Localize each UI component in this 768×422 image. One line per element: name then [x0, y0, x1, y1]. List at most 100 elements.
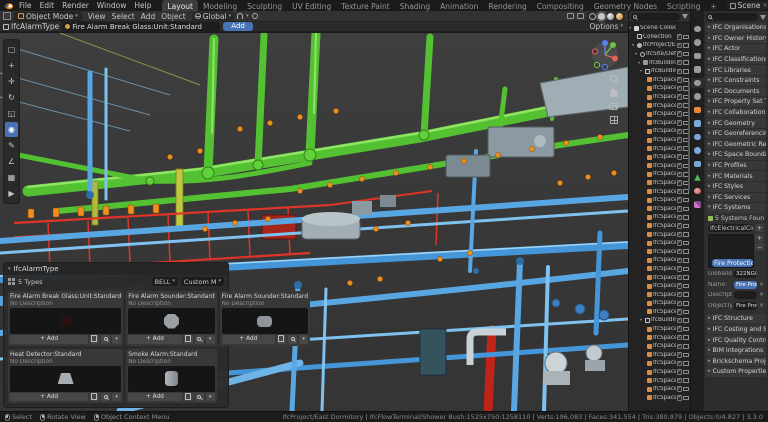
workspace-tab[interactable]: Layout [162, 0, 198, 11]
plumbing-fixtures[interactable] [552, 299, 609, 320]
outliner-row[interactable]: ▾ IfcSite/Default ✓ [629, 50, 690, 59]
scene-selector[interactable]: Scene × [727, 1, 768, 10]
outliner-row[interactable]: IfcSpace/003 ✓ [629, 333, 690, 342]
exclude-checkbox[interactable]: ✓ [677, 258, 683, 264]
active-type-collection[interactable]: IfcAlarmType [3, 22, 59, 31]
panel-header[interactable]: ▸ Brickschema Project [706, 357, 766, 367]
add-type-button[interactable]: + Add [222, 335, 275, 344]
panel-header[interactable]: ▸ IFC Materials [706, 171, 766, 181]
constraints-tab[interactable] [691, 159, 704, 169]
outliner-row[interactable]: IfcSpace/014 ✓ [629, 110, 690, 119]
workspace-tab[interactable]: Compositing [532, 0, 589, 11]
gizmos-toggle-icon[interactable] [567, 13, 574, 19]
exclude-checkbox[interactable]: ✓ [677, 335, 683, 341]
mode-selector[interactable]: Object Mode ▾ [14, 12, 82, 21]
visibility-toggle-icon[interactable] [683, 396, 689, 401]
outliner-row[interactable]: IfcSpace/125 ✓ [629, 256, 690, 265]
visibility-toggle-icon[interactable] [683, 224, 689, 229]
menubar-item[interactable]: Window [93, 1, 131, 10]
add-type-button[interactable]: + Add [128, 393, 181, 402]
disclosure-triangle-icon[interactable]: ▾ [632, 43, 636, 47]
filter-icon[interactable] [682, 14, 688, 19]
panel-header[interactable]: ▸ IFC Profiles [706, 161, 766, 171]
exclude-checkbox[interactable]: ✓ [677, 189, 683, 195]
workspace-tab[interactable]: Modeling [198, 0, 242, 11]
outliner-row[interactable]: IfcSpace/013 ✓ [629, 101, 690, 110]
workspace-tab[interactable]: Texture Paint [336, 0, 394, 11]
type-panel-header[interactable]: ▾ IfcAlarmType [4, 263, 228, 275]
expand-icon[interactable]: ▾ [299, 335, 308, 344]
outliner-row[interactable]: IfcSpace/017 ✓ [629, 204, 690, 213]
object-tab[interactable] [691, 105, 704, 115]
visibility-toggle-icon[interactable] [683, 249, 689, 254]
plus-button[interactable]: + [755, 234, 764, 242]
viewlayer-tab[interactable] [691, 65, 704, 75]
visibility-toggle-icon[interactable] [683, 370, 689, 375]
exclude-checkbox[interactable]: ✓ [677, 137, 683, 143]
outliner-row[interactable]: IfcSpace/002 ✓ [629, 76, 690, 85]
visibility-toggle-icon[interactable] [683, 69, 689, 74]
exclude-checkbox[interactable]: ✓ [677, 352, 683, 358]
visibility-toggle-icon[interactable] [683, 318, 689, 323]
viewport-menu-item[interactable]: Select [109, 12, 138, 21]
options-dropdown[interactable]: Options ▾ [590, 22, 625, 31]
minus-button[interactable]: − [755, 243, 764, 251]
output-tab[interactable] [691, 51, 704, 61]
outliner-row[interactable]: IfcSpace/110 ✓ [629, 93, 690, 102]
outliner-row[interactable]: ▾ IfcProject/East Dormitory ✓ [629, 41, 690, 50]
measure-tool[interactable]: ∠ [5, 154, 18, 169]
outliner-row[interactable]: ▾ IfcBuildingStoreyLev ✓ [629, 67, 690, 76]
visibility-toggle-icon[interactable] [683, 378, 689, 383]
panel-header[interactable]: ▸ IFC Collaboration [706, 108, 766, 118]
navigation-gizmo[interactable] [588, 38, 622, 72]
panel-header[interactable]: ▸ IFC Libraries [706, 65, 766, 75]
visibility-toggle-icon[interactable] [683, 284, 689, 289]
visibility-toggle-icon[interactable] [683, 292, 689, 297]
outliner-row[interactable]: IfcSpace/211 ✓ [629, 273, 690, 282]
outliner-row[interactable]: IfcSpace/203 ✓ [629, 359, 690, 368]
exclude-checkbox[interactable]: ✓ [677, 111, 683, 117]
outliner-row[interactable]: IfcSpace/205 ✓ [629, 376, 690, 385]
exclude-checkbox[interactable]: ✓ [677, 232, 683, 238]
add-type-button[interactable]: + Add [128, 335, 181, 344]
outliner-row[interactable]: IfcSpace/004 ✓ [629, 187, 690, 196]
visibility-toggle-icon[interactable] [683, 344, 689, 349]
material-shading-icon[interactable] [607, 13, 614, 20]
exclude-checkbox[interactable]: ✓ [677, 361, 683, 367]
solid-shading-icon[interactable] [598, 13, 605, 20]
exclude-checkbox[interactable]: ✓ [677, 34, 683, 40]
exclude-checkbox[interactable]: ✓ [677, 301, 683, 307]
panel-header[interactable]: ▸ IFC Costing and Scheduling [706, 325, 766, 335]
attribute-value-field[interactable]: 322NGQvkfRhQh9zQj9Ou3R [734, 270, 757, 278]
outliner-row[interactable]: IfcSpace/016 ✓ [629, 299, 690, 308]
panel-header[interactable]: ▸ IFC Classifications [706, 55, 766, 65]
scene-tab[interactable] [691, 78, 704, 88]
snap-dropdown-icon[interactable]: ▾ [246, 14, 249, 19]
outliner-row[interactable]: IfcSpace/120 ✓ [629, 213, 690, 222]
type-card[interactable]: Smoke Alarm:Standard No Description + Ad… [126, 349, 216, 404]
interaction-tool[interactable]: ▶ [5, 186, 18, 201]
duplicate-icon[interactable] [184, 335, 193, 344]
outliner-row[interactable]: IfcSpace/206 ✓ [629, 385, 690, 394]
outliner-row[interactable]: IfcSpace/007 ✓ [629, 136, 690, 145]
visibility-toggle-icon[interactable] [683, 361, 689, 366]
exclude-checkbox[interactable]: ✓ [677, 180, 683, 186]
move-tool[interactable]: ✛ [5, 74, 18, 89]
panel-header[interactable]: ▸ IFC Quality Control [706, 335, 766, 345]
search-icon[interactable] [288, 335, 297, 344]
exclude-checkbox[interactable]: ✓ [677, 266, 683, 272]
transform-tool[interactable]: ◉ [5, 122, 18, 137]
outliner-row[interactable]: IfcSpace/001 ✓ [629, 127, 690, 136]
viewport-menu-item[interactable]: Add [138, 12, 159, 21]
outliner-row[interactable]: IfcSpace/124 ✓ [629, 247, 690, 256]
add-button[interactable]: Add [223, 22, 253, 31]
duplicate-icon[interactable] [90, 393, 99, 402]
panel-header[interactable]: ▸ IFC Constraints [706, 76, 766, 86]
select-box-tool[interactable]: ▢ [5, 42, 18, 57]
zoom-icon[interactable] [610, 75, 617, 82]
outliner-row[interactable]: IfcSpace/002 ✓ [629, 325, 690, 334]
exclude-checkbox[interactable]: ✓ [677, 77, 683, 83]
exclude-checkbox[interactable]: ✓ [677, 309, 683, 315]
disclosure-triangle-icon[interactable]: ▾ [640, 69, 644, 73]
add-cube-tool[interactable]: ▦ [5, 170, 18, 185]
